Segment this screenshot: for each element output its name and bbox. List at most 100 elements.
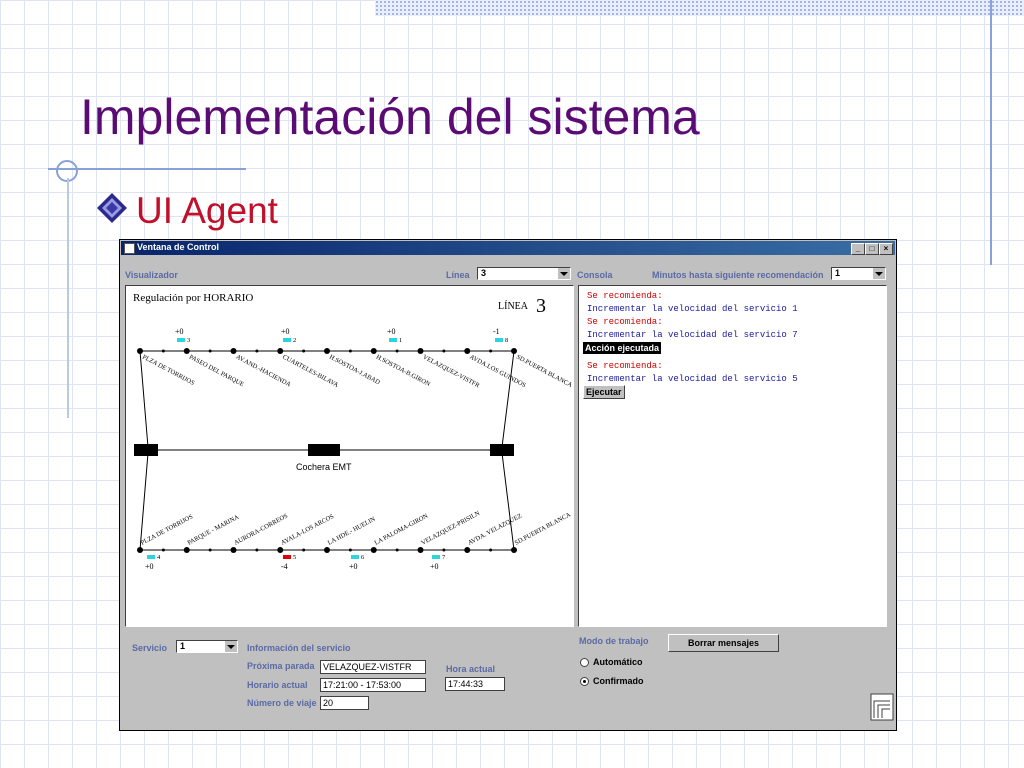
bus-id: 8 [505, 337, 508, 344]
bottom-stop-marker [417, 547, 424, 553]
bus-marker [283, 555, 291, 559]
hora-actual-label: Hora actual [446, 664, 496, 674]
bus-offset: +0 [387, 327, 396, 336]
bottom-stop-marker [183, 547, 190, 553]
bus-id: 4 [157, 554, 161, 561]
bus-id: 3 [187, 337, 190, 344]
linea-number: 3 [536, 295, 546, 317]
automatico-label: Automático [593, 657, 643, 667]
hora-actual-field[interactable]: 17:44:33 [445, 677, 505, 691]
control-window: Ventana de Control _ □ × Visualizador Lí… [119, 239, 897, 731]
window-titlebar[interactable]: Ventana de Control _ □ × [121, 241, 895, 255]
bus-marker [283, 338, 291, 342]
bottom-stop-marker [370, 547, 377, 553]
bus-id: 1 [399, 337, 402, 344]
chevron-down-icon [225, 641, 237, 652]
slide-title: Implementación del sistema [80, 89, 700, 145]
visualizador-label: Visualizador [125, 270, 178, 280]
minimize-button[interactable]: _ [851, 243, 865, 255]
top-stop-marker [370, 348, 377, 354]
bus-offset: +0 [281, 327, 290, 336]
bus-id: 5 [293, 554, 296, 561]
line-map: Regulación por HORARIO LÍNEA 3 Cochera E… [133, 292, 573, 571]
accion-ejecutada-label: Acción ejecutada [583, 342, 662, 354]
decorative-top-band [375, 0, 1024, 16]
app-icon [124, 243, 135, 254]
proxima-parada-field[interactable]: VELAZQUEZ-VISTFR [320, 660, 426, 674]
top-minor-stop [442, 349, 446, 353]
maximize-button[interactable]: □ [865, 243, 879, 255]
regulation-text: Regulación por HORARIO [133, 292, 253, 304]
bus-offset: -1 [493, 327, 500, 336]
console-line: Incrementar la velocidad del servicio 7 [587, 330, 798, 340]
horario-actual-label: Horario actual [247, 680, 308, 690]
bus-id: 6 [361, 554, 365, 561]
console-panel[interactable]: Se recomienda: Incrementar la velocidad … [578, 285, 887, 627]
bottom-stop-marker [324, 547, 330, 553]
bus-marker [389, 338, 397, 342]
close-button[interactable]: × [879, 243, 893, 255]
top-minor-stop [161, 349, 165, 353]
bullet-text: UI Agent [136, 190, 278, 231]
bottom-minor-stop [489, 548, 493, 552]
horario-actual-field[interactable]: 17:21:00 - 17:53:00 [320, 678, 426, 692]
depot-label: Cochera EMT [296, 462, 352, 472]
console-line: Se recomienda: [587, 291, 663, 301]
bus-marker [177, 338, 185, 342]
depot-block-center [308, 444, 340, 456]
bottom-minor-stop [208, 548, 212, 552]
servicio-select[interactable]: 1 [176, 640, 238, 653]
top-minor-stop [208, 349, 212, 353]
chevron-down-icon [558, 268, 570, 279]
console-line: Incrementar la velocidad del servicio 5 [587, 374, 798, 384]
bottom-minor-stop [442, 548, 446, 552]
top-minor-stop [395, 349, 399, 353]
top-stop-marker [230, 348, 237, 354]
linea-caption: LÍNEA [498, 300, 529, 312]
bus-offset: +0 [175, 327, 184, 336]
top-minor-stop [255, 349, 259, 353]
bottom-minor-stop [255, 548, 259, 552]
minutos-label: Minutos hasta siguiente recomendación [652, 270, 824, 280]
confirmado-radio[interactable] [580, 677, 589, 686]
resize-grip-icon[interactable] [870, 693, 894, 721]
modo-trabajo-label: Modo de trabajo [579, 636, 649, 646]
linea-select[interactable]: 3 [477, 267, 571, 280]
top-minor-stop [489, 349, 493, 353]
bottom-stop-marker [464, 547, 471, 553]
ejecutar-button[interactable]: Ejecutar [583, 385, 625, 399]
bus-id: 2 [293, 337, 296, 344]
left-connector-bottom [139, 452, 149, 551]
servicio-label: Servicio [132, 643, 168, 653]
proxima-parada-label: Próxima parada [247, 661, 315, 671]
linea-label: Línea [446, 270, 470, 280]
right-connector-bottom [501, 452, 515, 551]
right-connector-top [501, 350, 515, 448]
bottom-minor-stop [395, 548, 399, 552]
bus-offset: +0 [145, 562, 154, 571]
minutos-select[interactable]: 1 [831, 267, 886, 280]
bottom-stop-label: PARQUE - MARINA [186, 514, 240, 547]
bus-id: 7 [442, 554, 446, 561]
bottom-stop-label: SD.PUERTA BLANCA [514, 511, 573, 547]
left-connector-top [139, 350, 149, 448]
borrar-mensajes-button[interactable]: Borrar mensajes [668, 634, 779, 652]
top-stop-marker [137, 348, 143, 354]
bottom-minor-stop [161, 548, 165, 552]
bus-marker [351, 555, 359, 559]
bus-offset: +0 [430, 562, 439, 571]
automatico-radio[interactable] [580, 658, 589, 667]
depot-block-right [490, 444, 514, 456]
diamond-bullet-icon [97, 193, 127, 223]
confirmado-label: Confirmado [593, 676, 644, 686]
bottom-stop-marker [137, 547, 143, 553]
bus-offset: +0 [349, 562, 358, 571]
window-title: Ventana de Control [137, 242, 220, 252]
chevron-down-icon [873, 268, 885, 279]
top-minor-stop [348, 349, 352, 353]
info-servicio-label: Información del servicio [247, 643, 351, 653]
bottom-stop-label: LA HDE.- HUELIN [327, 516, 377, 547]
top-stop-marker [277, 348, 284, 354]
visualizer-panel: Regulación por HORARIO LÍNEA 3 Cochera E… [125, 285, 574, 627]
numero-viaje-field[interactable]: 20 [320, 696, 369, 710]
